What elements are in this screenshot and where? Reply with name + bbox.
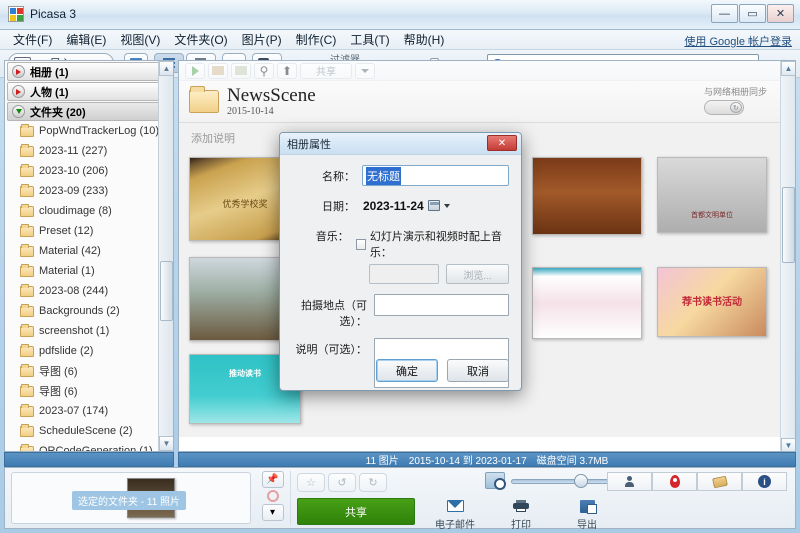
- place-label: 拍摄地点（可选）：: [301, 300, 367, 328]
- picasa-window: Picasa 3 — ▭ ✕ 文件(F) 编辑(E) 视图(V) 文件夹(O) …: [0, 0, 800, 533]
- ok-button[interactable]: 确定: [376, 359, 438, 382]
- cancel-button[interactable]: 取消: [447, 359, 509, 382]
- name-row: 名称： 无标题: [288, 165, 509, 186]
- date-row: 日期： 2023-11-24: [288, 195, 509, 216]
- music-checkbox-row[interactable]: 幻灯片演示和视频时配上音乐：: [355, 225, 509, 260]
- date-value: 2023-11-24: [363, 198, 424, 213]
- modal-overlay: 相册属性 ✕ 名称： 无标题 日期： 2023-11-24 音乐： 幻灯片演示和…: [0, 0, 800, 533]
- music-checkbox-label: 幻灯片演示和视频时配上音乐：: [369, 231, 502, 259]
- chevron-down-icon-3[interactable]: [443, 203, 450, 208]
- place-input[interactable]: [374, 294, 509, 316]
- name-label: 名称：: [322, 171, 355, 183]
- name-input-value: 无标题: [366, 166, 401, 185]
- date-label: 日期：: [322, 201, 355, 213]
- place-row: 拍摄地点（可选）：: [288, 294, 509, 329]
- description-label: 说明（可选）：: [295, 344, 368, 356]
- music-label: 音乐：: [315, 231, 349, 243]
- dialog-buttons: 确定 取消: [376, 359, 509, 382]
- music-path-input[interactable]: [369, 264, 440, 284]
- dialog-title: 相册属性: [287, 138, 331, 151]
- dialog-title-bar: 相册属性 ✕: [280, 133, 521, 155]
- music-row: 音乐： 幻灯片演示和视频时配上音乐：: [288, 225, 509, 260]
- calendar-icon[interactable]: [427, 200, 440, 211]
- name-input[interactable]: 无标题: [362, 165, 509, 186]
- browse-button[interactable]: 浏览...: [446, 264, 509, 284]
- music-file-row: 浏览...: [369, 264, 509, 284]
- date-picker[interactable]: 2023-11-24: [362, 195, 466, 216]
- music-checkbox[interactable]: [355, 238, 366, 250]
- dialog-body: 名称： 无标题 日期： 2023-11-24 音乐： 幻灯片演示和视频时配上音乐…: [280, 155, 521, 391]
- album-properties-dialog: 相册属性 ✕ 名称： 无标题 日期： 2023-11-24 音乐： 幻灯片演示和…: [279, 132, 522, 391]
- dialog-close-button[interactable]: ✕: [487, 135, 517, 151]
